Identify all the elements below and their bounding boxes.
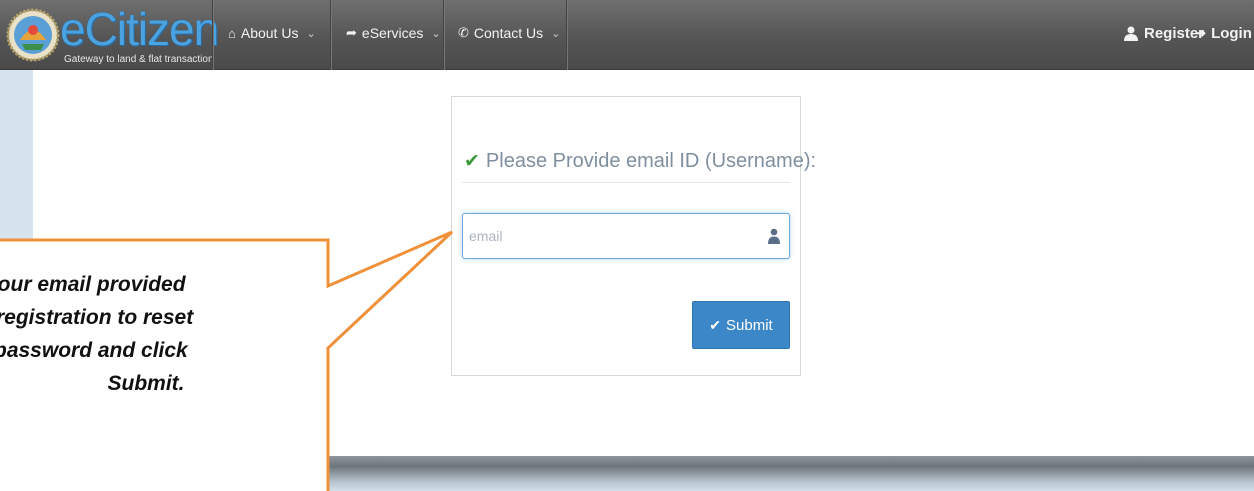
callout-shape — [0, 230, 454, 491]
callout-line: registration to reset — [0, 306, 194, 329]
callout-line: Submit. — [107, 372, 185, 395]
callout-line: your email provided — [0, 273, 186, 296]
callout-line: password and click — [0, 339, 188, 362]
callout-text: your email provided registration to rese… — [0, 268, 312, 400]
